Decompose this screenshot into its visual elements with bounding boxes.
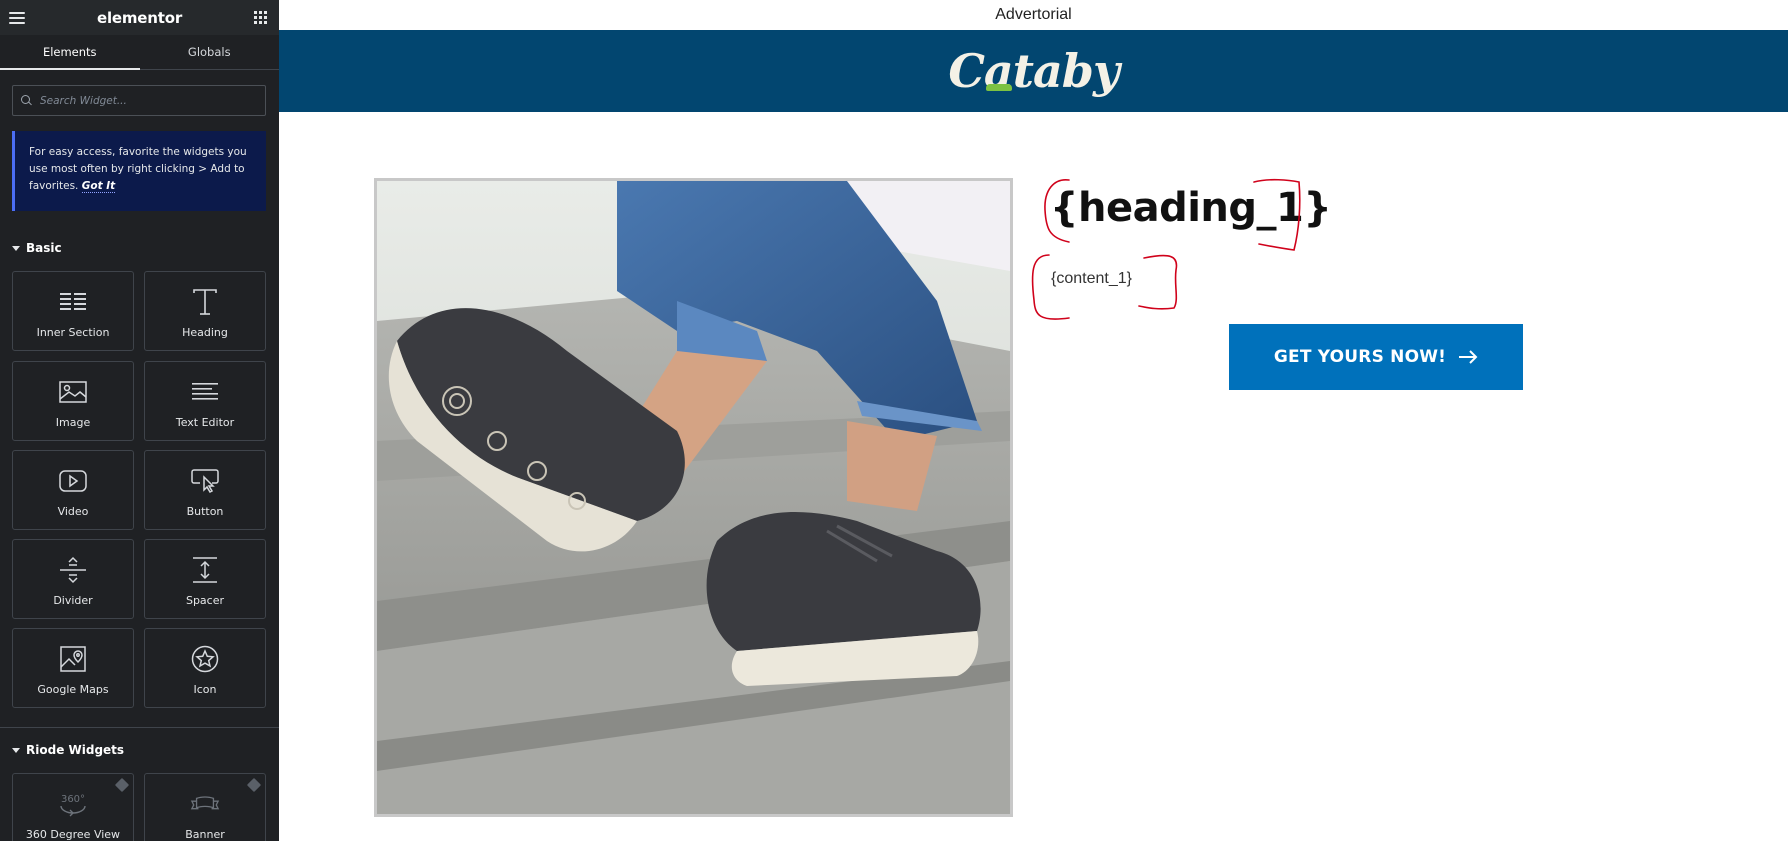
- widget-video[interactable]: Video: [12, 450, 134, 530]
- section-basic[interactable]: Basic: [12, 241, 62, 255]
- hamburger-menu-icon[interactable]: [8, 9, 26, 27]
- widget-label: Google Maps: [37, 683, 109, 696]
- svg-text:360°: 360°: [61, 794, 85, 805]
- widget-search: [12, 85, 266, 116]
- widget-label: Banner: [185, 828, 225, 841]
- banner-icon: [190, 789, 220, 819]
- widget-label: 360 Degree View: [25, 828, 121, 841]
- brand-logo[interactable]: Cataby: [948, 44, 1119, 98]
- get-yours-now-button[interactable]: GET YOURS NOW!: [1229, 324, 1523, 390]
- elementor-logo: elementor: [96, 8, 183, 27]
- inner-section-icon: [58, 287, 88, 317]
- arrow-right-icon: [1458, 350, 1478, 364]
- apps-grid-icon[interactable]: [254, 11, 267, 24]
- brand-name: Cataby: [948, 44, 1119, 98]
- favorites-notice: For easy access, favorite the widgets yo…: [12, 131, 266, 211]
- widget-360-degree-view[interactable]: 360° 360 Degree View: [12, 773, 134, 841]
- preview-canvas: Advertorial Cataby {heading_1} {content_…: [279, 0, 1788, 841]
- widget-banner[interactable]: Banner: [144, 773, 266, 841]
- tab-elements[interactable]: Elements: [0, 35, 140, 70]
- text-editor-icon: [190, 377, 220, 407]
- section-riode-widgets[interactable]: Riode Widgets: [12, 743, 124, 757]
- widget-label: Inner Section: [36, 326, 110, 339]
- google-maps-icon: [58, 644, 88, 674]
- widget-label: Spacer: [185, 594, 225, 607]
- panel-header: elementor: [0, 0, 279, 35]
- elementor-panel: elementor Elements Globals For easy acce…: [0, 0, 279, 841]
- video-icon: [58, 466, 88, 496]
- widget-spacer[interactable]: Spacer: [144, 539, 266, 619]
- widget-text-editor[interactable]: Text Editor: [144, 361, 266, 441]
- page-heading[interactable]: {heading_1}: [1050, 185, 1332, 231]
- heading-icon: [190, 287, 220, 317]
- brand-header: Cataby: [279, 30, 1788, 112]
- button-icon: [190, 466, 220, 496]
- search-icon: [21, 95, 32, 106]
- widget-label: Heading: [182, 326, 228, 339]
- tab-globals[interactable]: Globals: [140, 35, 280, 69]
- pro-badge-icon: [246, 777, 262, 793]
- panel-tabs: Elements Globals: [0, 35, 279, 70]
- divider-icon: [58, 555, 88, 585]
- section-title: Basic: [26, 241, 62, 255]
- widget-inner-section[interactable]: Inner Section: [12, 271, 134, 351]
- product-photo[interactable]: [374, 178, 1013, 817]
- widget-label: Divider: [53, 594, 93, 607]
- shoes-on-stairs-image: [377, 181, 1010, 814]
- widget-label: Image: [55, 416, 91, 429]
- widget-label: Icon: [193, 683, 217, 696]
- advertorial-label: Advertorial: [995, 6, 1072, 23]
- widget-google-maps[interactable]: Google Maps: [12, 628, 134, 708]
- section-title: Riode Widgets: [26, 743, 125, 757]
- search-input[interactable]: [40, 94, 240, 107]
- caret-down-icon: [12, 245, 20, 251]
- star-icon: [190, 644, 220, 674]
- widget-label: Button: [186, 505, 224, 518]
- section-divider: [0, 727, 279, 728]
- spacer-icon: [190, 555, 220, 585]
- widget-label: Video: [57, 505, 89, 518]
- widget-label: Text Editor: [175, 416, 235, 429]
- got-it-link[interactable]: Got It: [81, 180, 116, 193]
- widget-icon[interactable]: Icon: [144, 628, 266, 708]
- widget-heading[interactable]: Heading: [144, 271, 266, 351]
- page-content[interactable]: {content_1}: [1051, 270, 1132, 288]
- widget-image[interactable]: Image: [12, 361, 134, 441]
- 360-view-icon: 360°: [58, 789, 88, 819]
- widget-button[interactable]: Button: [144, 450, 266, 530]
- widget-divider[interactable]: Divider: [12, 539, 134, 619]
- cta-label: GET YOURS NOW!: [1273, 347, 1447, 367]
- image-icon: [58, 377, 88, 407]
- caret-down-icon: [12, 747, 20, 753]
- notice-text: For easy access, favorite the widgets yo…: [29, 146, 247, 192]
- shoe-swoosh-icon: [986, 84, 1013, 91]
- pro-badge-icon: [114, 777, 130, 793]
